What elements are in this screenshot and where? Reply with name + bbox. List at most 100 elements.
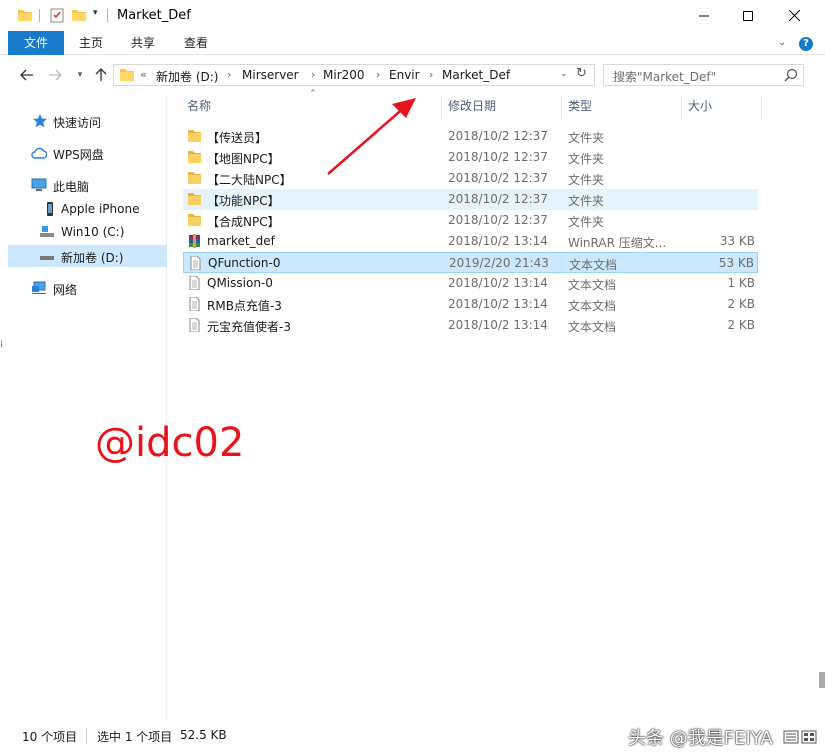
- sidebar-item-wps-cloud[interactable]: WPS网盘: [8, 142, 167, 164]
- view-toggle-icon[interactable]: [783, 730, 817, 744]
- column-divider[interactable]: [441, 95, 442, 119]
- column-divider[interactable]: [681, 95, 682, 119]
- forward-button[interactable]: [45, 65, 65, 85]
- breadcrumb-mirserver[interactable]: Mirserver: [242, 68, 299, 82]
- tab-share[interactable]: 共享: [118, 31, 168, 55]
- file-row[interactable]: 【二大陆NPC】 2018/10/2 12:37 文件夹: [183, 168, 758, 189]
- file-size: 33 KB: [719, 234, 755, 248]
- sidebar-item-win10-c[interactable]: Win10 (C:): [8, 221, 167, 243]
- tab-home[interactable]: 主页: [66, 31, 116, 55]
- column-header-type[interactable]: 类型: [568, 95, 592, 119]
- sidebar-item-label: 网络: [53, 283, 78, 297]
- file-list: ⌃ 名称 修改日期 类型 大小 【传送员】 2018/10/2 12:37 文件…: [170, 89, 825, 720]
- close-icon: [788, 10, 800, 21]
- file-row[interactable]: 【传送员】 2018/10/2 12:37 文件夹: [183, 126, 758, 147]
- archive-icon: [189, 234, 200, 248]
- address-dropdown-icon[interactable]: ⌄: [560, 69, 568, 79]
- new-folder-icon[interactable]: [71, 7, 87, 23]
- maximize-button[interactable]: [725, 0, 771, 31]
- breadcrumb-separator[interactable]: ›: [376, 68, 380, 81]
- file-row[interactable]: 【合成NPC】 2018/10/2 12:37 文件夹: [183, 210, 758, 231]
- file-type: 文本文档: [568, 278, 617, 292]
- expand-ribbon-icon[interactable]: ⌄: [778, 37, 786, 48]
- file-size: 2 KB: [727, 318, 755, 332]
- folder-icon: [188, 172, 201, 184]
- file-name: 【功能NPC】: [207, 194, 280, 208]
- sidebar-item-drive-d[interactable]: 新加卷 (D:): [8, 245, 167, 267]
- column-divider[interactable]: [761, 95, 762, 119]
- cloud-icon: [31, 147, 47, 159]
- minimize-button[interactable]: [681, 0, 727, 31]
- breadcrumb-separator[interactable]: ›: [429, 68, 433, 81]
- folder-icon: [188, 193, 201, 205]
- sidebar-item-quick-access[interactable]: 快速访问: [8, 110, 167, 132]
- text-file-icon: [189, 276, 200, 290]
- column-divider[interactable]: [561, 95, 562, 119]
- column-header-size[interactable]: 大小: [688, 95, 712, 119]
- tab-view[interactable]: 查看: [170, 31, 222, 55]
- computer-icon: [31, 178, 47, 191]
- annotation-arrow: [327, 98, 416, 175]
- sidebar-item-label: 此电脑: [53, 180, 90, 194]
- ribbon-tabs: 文件 主页 共享 查看 ⌄ ?: [0, 31, 825, 55]
- file-row[interactable]: 【功能NPC】 2018/10/2 12:37 文件夹: [183, 189, 758, 210]
- help-icon[interactable]: ?: [799, 37, 813, 51]
- folder-icon: [188, 130, 201, 142]
- up-button[interactable]: [91, 65, 111, 85]
- file-size: 1 KB: [727, 276, 755, 290]
- breadcrumb-market-def[interactable]: Market_Def: [442, 68, 510, 82]
- sidebar-item-label: Apple iPhone: [61, 202, 140, 216]
- file-row[interactable]: QMission-0 2018/10/2 13:14 文本文档 1 KB: [183, 273, 758, 294]
- properties-icon[interactable]: [49, 7, 65, 23]
- search-icon[interactable]: [784, 68, 798, 82]
- sidebar-item-label: 快速访问: [53, 116, 102, 130]
- file-type: 文件夹: [568, 215, 605, 229]
- file-row[interactable]: market_def 2018/10/2 13:14 WinRAR 压缩文...…: [183, 231, 758, 252]
- close-button[interactable]: [771, 0, 817, 31]
- breadcrumb-separator[interactable]: ›: [311, 68, 315, 81]
- file-size: 2 KB: [727, 297, 755, 311]
- file-name: 【二大陆NPC】: [207, 173, 292, 187]
- folder-icon: [120, 69, 134, 81]
- watermark-text: @idc02: [95, 420, 245, 466]
- breadcrumb-envir[interactable]: Envir: [389, 68, 420, 82]
- overflow-chevron[interactable]: «: [140, 68, 147, 81]
- arrow-up-icon: [95, 68, 107, 81]
- folder-icon: [188, 214, 201, 226]
- customize-quick-access-icon[interactable]: ▾: [93, 8, 98, 18]
- folder-icon[interactable]: [17, 7, 33, 23]
- file-type: 文本文档: [568, 299, 617, 313]
- minimize-icon: [699, 15, 709, 16]
- recent-locations-icon[interactable]: ▾: [70, 65, 90, 85]
- breadcrumb-separator[interactable]: ›: [227, 68, 231, 81]
- window-edge: [819, 672, 825, 688]
- navigation-pane: 快速访问 WPS网盘 此电脑 Apple iPhone Win10 (C:) 新…: [8, 95, 167, 720]
- address-bar[interactable]: « 新加卷 (D:) › Mirserver › Mir200 › Envir …: [113, 64, 595, 86]
- title-bar: ▾ Market_Def: [0, 0, 825, 31]
- back-button[interactable]: [17, 65, 37, 85]
- text-file-icon: [189, 297, 200, 311]
- file-row[interactable]: QFunction-0 2019/2/20 21:43 文本文档 53 KB: [183, 252, 758, 273]
- sidebar-item-this-pc[interactable]: 此电脑: [8, 174, 167, 196]
- file-row[interactable]: 【地图NPC】 2018/10/2 12:37 文件夹: [183, 147, 758, 168]
- drive-icon: [40, 256, 54, 260]
- column-header-name[interactable]: 名称: [187, 95, 211, 119]
- pane-resize-icon[interactable]: ⁞: [0, 339, 3, 350]
- breadcrumb-drive[interactable]: 新加卷 (D:): [156, 68, 218, 85]
- file-row[interactable]: RMB点充值-3 2018/10/2 13:14 文本文档 2 KB: [183, 294, 758, 315]
- arrow-right-icon: [49, 69, 62, 81]
- column-header-date[interactable]: 修改日期: [448, 95, 496, 119]
- window-title: Market_Def: [117, 8, 191, 23]
- sidebar-item-iphone[interactable]: Apple iPhone: [8, 198, 167, 220]
- tab-file[interactable]: 文件: [8, 31, 64, 55]
- refresh-icon[interactable]: ↻: [576, 66, 587, 81]
- search-box[interactable]: 搜索"Market_Def": [603, 64, 804, 86]
- selection-count: 选中 1 个项目: [97, 730, 173, 744]
- file-type: 文件夹: [568, 173, 605, 187]
- sidebar-item-network[interactable]: 网络: [8, 277, 167, 299]
- phone-icon: [47, 202, 53, 216]
- file-row[interactable]: 元宝充值使者-3 2018/10/2 13:14 文本文档 2 KB: [183, 315, 758, 336]
- text-file-icon: [189, 318, 200, 332]
- breadcrumb-mir200[interactable]: Mir200: [323, 68, 365, 82]
- file-type: 文件夹: [568, 152, 605, 166]
